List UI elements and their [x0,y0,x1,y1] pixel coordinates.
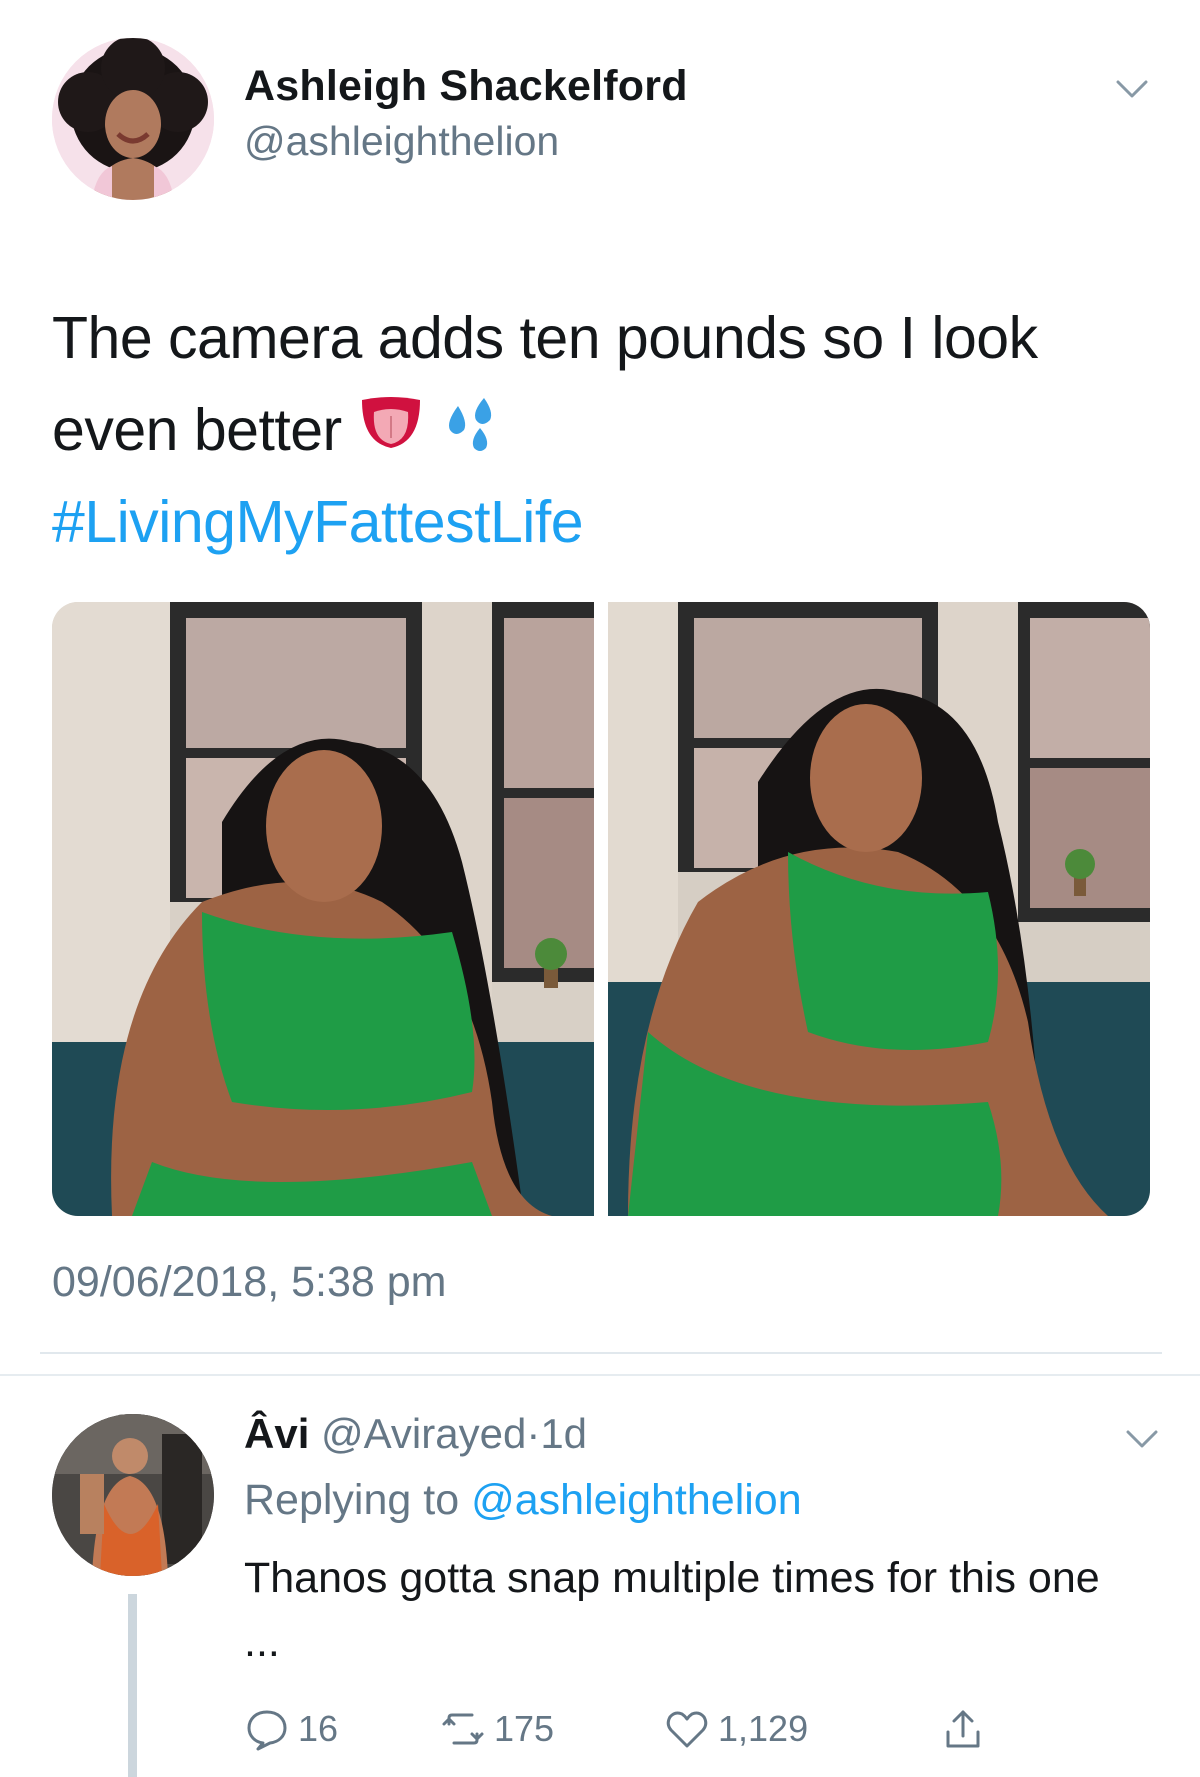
replying-to-mention[interactable]: @ashleighthelion [471,1476,802,1524]
tweet-text: The camera adds ten pounds so I look eve… [52,292,1162,480]
reply-count: 16 [298,1708,339,1749]
reply-author-handle[interactable]: @Avirayed [321,1410,526,1457]
tweet-photo-2[interactable] [608,602,1150,1216]
avatar[interactable] [52,38,214,200]
hashtag-link[interactable]: #LivingMyFattestLife [52,488,584,556]
reply-time[interactable]: 1d [540,1410,587,1457]
tweet-media[interactable] [52,602,1150,1216]
retweet-count: 175 [494,1708,555,1749]
thread-line [128,1594,137,1777]
like-button[interactable]: 1,129 [664,1706,808,1752]
reply-header: Âvi @Avirayed·1d [244,1410,587,1458]
retweet-icon [442,1713,484,1745]
reply-text: Thanos gotta snap multiple times for thi… [244,1554,1100,1666]
reply-author-name[interactable]: Âvi [244,1410,309,1457]
replying-to: Replying to @ashleighthelion [244,1476,802,1525]
tongue-emoji-icon [358,388,424,480]
heart-icon [666,1711,708,1748]
divider [0,1374,1200,1376]
author-handle[interactable]: @ashleighthelion [244,118,559,165]
divider [40,1352,1162,1354]
separator-dot: · [526,1410,541,1457]
replying-to-label: Replying to [244,1476,460,1524]
share-icon [946,1710,980,1748]
comment-icon [247,1710,287,1751]
like-count: 1,129 [718,1708,809,1749]
reply-button[interactable]: 16 [244,1706,338,1752]
reply-actions: 16 175 1,129 [244,1706,1044,1766]
tweet-header: Ashleigh Shackelford @ashleighthelion [52,38,1152,200]
chevron-down-icon[interactable] [1122,1424,1162,1454]
tweet-timestamp: 09/06/2018, 5:38 pm [52,1258,447,1306]
tweet-text-line-2-words: even better [52,397,342,463]
sweat-droplets-emoji-icon [440,388,506,480]
tweet-photo-1[interactable] [52,602,594,1216]
reply-avatar[interactable] [52,1414,214,1576]
share-button[interactable] [940,1706,986,1752]
retweet-button[interactable]: 175 [440,1706,554,1752]
author-name[interactable]: Ashleigh Shackelford [244,62,688,111]
chevron-down-icon[interactable] [1112,74,1152,104]
tweet-text-line-2: even better [52,384,1162,480]
tweet-text-line-1: The camera adds ten pounds so I look [52,305,1038,371]
